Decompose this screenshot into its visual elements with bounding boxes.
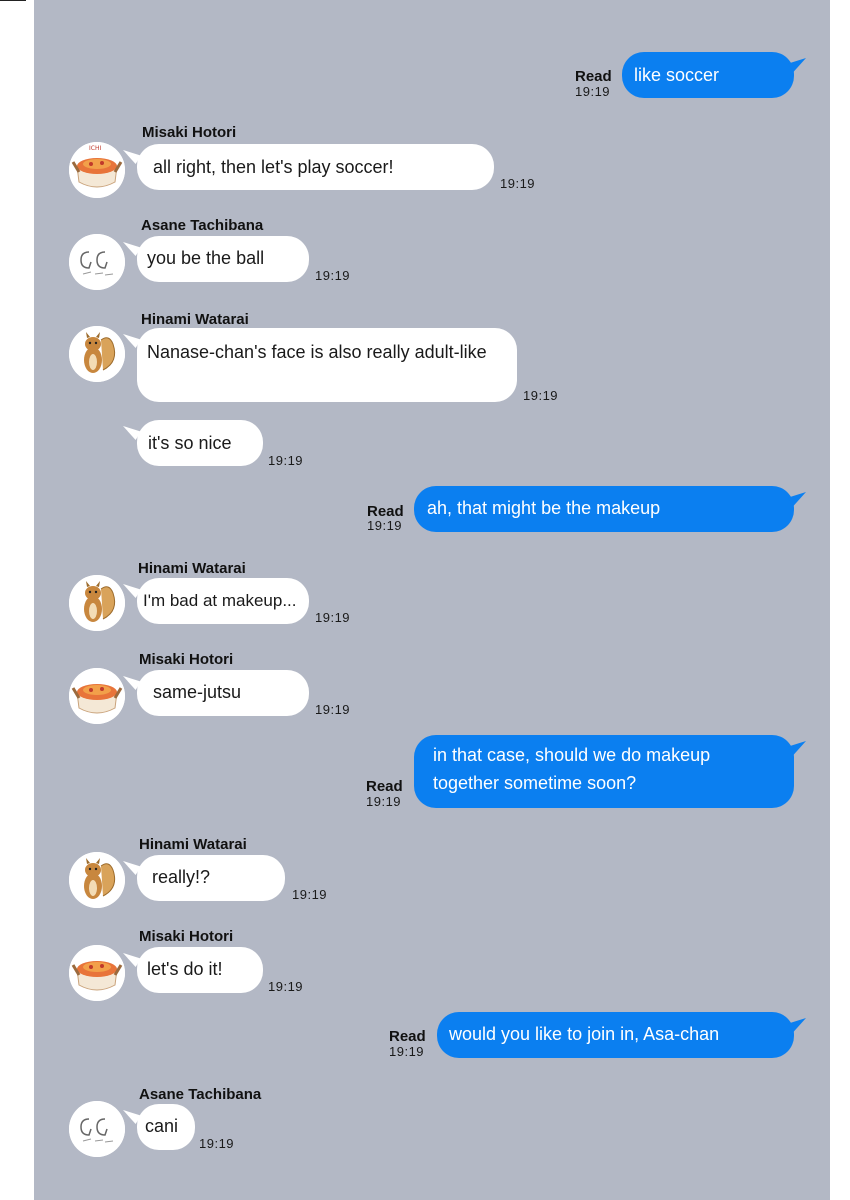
incoming-message-bubble[interactable]: cani <box>137 1104 195 1150</box>
message-text-line: in that case, should we do makeup <box>433 745 711 765</box>
incoming-message-bubble[interactable]: I'm bad at makeup... <box>137 578 309 624</box>
corner-mark <box>0 0 26 1</box>
incoming-message-bubble[interactable]: same-jutsu <box>137 670 309 716</box>
message-text: ah, that might be the makeup <box>427 498 661 518</box>
message-time: 19:19 <box>199 1136 235 1151</box>
message-text: same-jutsu <box>153 682 242 702</box>
message-text: I'm bad at makeup... <box>143 591 297 610</box>
outgoing-message-bubble[interactable]: would you like to join in, Asa-chan <box>437 1012 794 1058</box>
message-text: like soccer <box>634 65 720 85</box>
outgoing-message-bubble[interactable]: like soccer <box>622 52 794 98</box>
outgoing-message-bubble[interactable]: in that case, should we do makeup togeth… <box>414 735 794 808</box>
sender-name: Misaki Hotori <box>139 928 234 945</box>
sender-name: Misaki Hotori <box>142 124 237 141</box>
incoming-message-bubble[interactable]: really!? <box>137 855 285 901</box>
message-text: cani <box>145 1116 179 1136</box>
message-text: let's do it! <box>147 959 223 979</box>
incoming-message-bubble[interactable]: you be the ball <box>137 236 309 282</box>
message-text: it's so nice <box>148 433 232 453</box>
incoming-message-bubble[interactable]: all right, then let's play soccer! <box>137 144 494 190</box>
outgoing-message-bubble[interactable]: ah, that might be the makeup <box>414 486 794 532</box>
message-time: 19:19 <box>500 176 536 191</box>
message-text-line: together sometime soon? <box>433 773 637 793</box>
message-time: 19:19 <box>366 794 402 809</box>
incoming-message-bubble[interactable]: Nanase-chan's face is also really adult-… <box>137 328 517 402</box>
message-text: would you like to join in, Asa-chan <box>449 1024 720 1044</box>
sender-name: Hinami Watarai <box>139 836 247 853</box>
message-time: 19:19 <box>268 453 304 468</box>
message-time: 19:19 <box>268 979 304 994</box>
read-receipt: Read <box>575 68 612 85</box>
gg-sketch-avatar[interactable] <box>69 234 125 290</box>
message-time: 19:19 <box>292 887 328 902</box>
read-receipt: Read <box>389 1028 426 1045</box>
read-receipt: Read <box>366 778 403 795</box>
sender-name: Asane Tachibana <box>141 217 264 234</box>
squirrel-avatar[interactable] <box>69 852 125 908</box>
message-text: Nanase-chan's face is also really adult-… <box>147 342 487 362</box>
sender-name: Hinami Watarai <box>138 560 246 577</box>
message-time: 19:19 <box>575 84 611 99</box>
message-time: 19:19 <box>315 610 351 625</box>
incoming-message-bubble[interactable]: it's so nice <box>137 420 263 466</box>
sender-name: Hinami Watarai <box>141 311 249 328</box>
message-time: 19:19 <box>315 702 351 717</box>
message-text: you be the ball <box>147 248 265 268</box>
svg-text:ICHI: ICHI <box>89 145 101 152</box>
food-bowl-avatar[interactable]: ICHI <box>69 142 125 198</box>
sender-name: Asane Tachibana <box>139 1086 262 1103</box>
message-text: really!? <box>152 867 211 887</box>
squirrel-avatar[interactable] <box>69 326 125 382</box>
food-bowl-avatar[interactable] <box>69 945 125 1001</box>
message-time: 19:19 <box>523 388 559 403</box>
message-time: 19:19 <box>389 1044 425 1059</box>
gg-sketch-avatar[interactable] <box>69 1101 125 1157</box>
message-time: 19:19 <box>367 518 403 533</box>
squirrel-avatar[interactable] <box>69 575 125 631</box>
food-bowl-avatar[interactable] <box>69 668 125 724</box>
incoming-message-bubble[interactable]: let's do it! <box>137 947 263 993</box>
sender-name: Misaki Hotori <box>139 651 234 668</box>
chat-panel[interactable]: Read 19:19 like soccer Misaki Hotori ICH… <box>34 0 830 1200</box>
message-time: 19:19 <box>315 268 351 283</box>
message-text: all right, then let's play soccer! <box>153 157 394 177</box>
